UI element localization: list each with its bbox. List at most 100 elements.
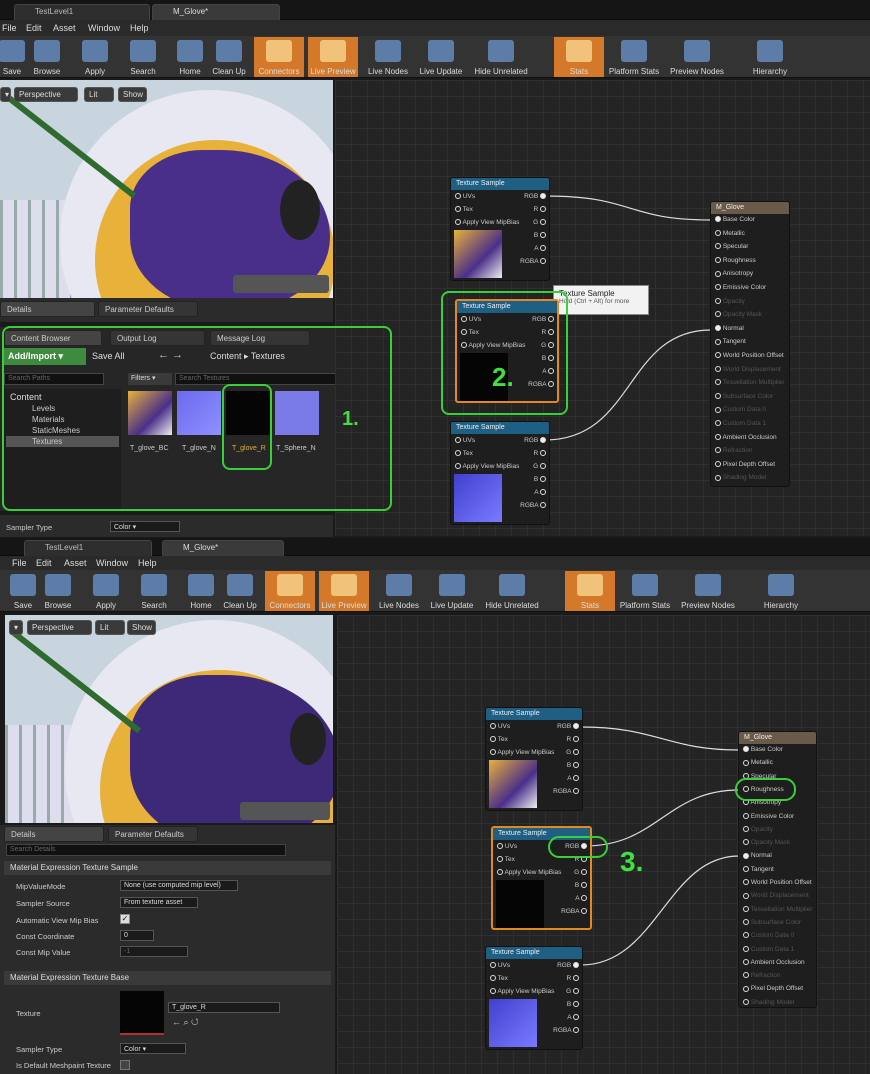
output-pin[interactable]: G [574,869,587,876]
output-pin[interactable]: RGB [557,723,579,730]
output-pin[interactable]: R [566,736,579,743]
input-pin[interactable]: Tex [490,975,508,982]
material-input-pin[interactable]: Shading Model [743,999,794,1006]
viewport-menu-button[interactable]: ▾ [0,87,11,102]
tab-m-glove[interactable]: M_Glove* [152,4,280,20]
sampler-type-dropdown[interactable]: Color ▾ [110,521,180,532]
material-input-pin[interactable]: Metallic [715,230,745,237]
material-input-pin[interactable]: Base Color [715,216,755,223]
texture-sample-node[interactable]: Texture Sample UVs Tex Apply View MipBia… [485,707,583,811]
material-input-pin[interactable]: Shading Model [715,474,766,481]
output-pin[interactable]: RGB [524,437,546,444]
toolbar-hierarchy-button[interactable]: Hierarchy [745,37,795,77]
perspective-button[interactable]: Perspective [27,620,92,635]
output-pin[interactable]: A [567,775,579,782]
material-input-pin[interactable]: World Displacement [715,366,781,373]
const-coordinate-input[interactable]: 0 [120,930,154,941]
material-input-pin[interactable]: Tessellation Multiplier [743,906,812,913]
material-input-pin[interactable]: Specular [715,243,748,250]
material-input-pin[interactable]: Tessellation Multiplier [715,379,784,386]
lit-button[interactable]: Lit [84,87,114,102]
input-pin[interactable]: Tex [490,736,508,743]
input-pin[interactable]: Apply View MipBias [455,463,519,470]
material-input-pin[interactable]: Emissive Color [743,813,794,820]
const-mip-value-input[interactable]: -1 [120,946,188,957]
material-input-pin[interactable]: Anisotropy [715,270,753,277]
material-input-pin[interactable]: World Displacement [743,892,809,899]
sampler-type-dropdown[interactable]: Color ▾ [120,1043,186,1054]
material-input-pin[interactable]: Ambient Occlusion [743,959,805,966]
material-input-pin[interactable]: Custom Data 0 [743,932,794,939]
material-input-pin[interactable]: Subsurface Color [743,919,801,926]
material-input-pin[interactable]: Pixel Depth Offset [715,461,775,468]
output-pin[interactable]: B [534,476,546,483]
toolbar-live-update-button[interactable]: Live Update [427,571,477,611]
details-tab[interactable]: Details [4,826,104,842]
output-pin[interactable]: RGBA [561,908,587,915]
output-pin[interactable]: G [533,463,546,470]
material-input-pin[interactable]: Refraction [715,447,752,454]
output-pin[interactable]: G [566,988,579,995]
tab-testlevel1[interactable]: TestLevel1 [24,540,152,556]
parameter-defaults-tab[interactable]: Parameter Defaults [98,301,198,317]
details-tab[interactable]: Details [0,301,95,317]
menu-help[interactable]: Help [130,23,149,33]
output-pin[interactable]: G [566,749,579,756]
menu-file[interactable]: File [2,23,17,33]
material-input-pin[interactable]: Metallic [743,759,773,766]
material-input-pin[interactable]: Ambient Occlusion [715,434,777,441]
output-pin[interactable]: R [566,975,579,982]
toolbar-hierarchy-button[interactable]: Hierarchy [756,571,806,611]
output-pin[interactable]: A [575,895,587,902]
texture-sample-node[interactable]: Texture Sample UVs Tex Apply View MipBia… [485,946,583,1050]
toolbar-live-update-button[interactable]: Live Update [416,37,466,77]
input-pin[interactable]: Apply View MipBias [490,749,554,756]
toolbar-stats-button[interactable]: Stats [565,571,615,611]
output-pin[interactable]: G [533,219,546,226]
bottom-viewport[interactable]: ▾ Perspective Lit Show [5,615,333,823]
browse-asset-icons[interactable]: ← ⌕ ↺ [172,1017,199,1028]
toolbar-preview-nodes-button[interactable]: Preview Nodes [670,37,724,77]
input-pin[interactable]: UVs [490,962,510,969]
material-input-pin[interactable]: Tangent [715,338,746,345]
menu-window[interactable]: Window [88,23,120,33]
toolbar-platform-stats-button[interactable]: Platform Stats [620,571,670,611]
output-pin[interactable]: B [575,882,587,889]
input-pin[interactable]: Apply View MipBias [497,869,561,876]
material-input-pin[interactable]: Opacity Mask [715,311,762,318]
output-pin[interactable]: RGB [524,193,546,200]
menu-edit[interactable]: Edit [26,23,42,33]
output-pin[interactable]: RGBA [553,788,579,795]
output-pin[interactable]: RGBA [553,1027,579,1034]
input-pin[interactable]: UVs [497,843,517,850]
texture-sample-node[interactable]: Texture Sample UVs Tex Apply View MipBia… [450,421,550,525]
input-pin[interactable]: Tex [497,856,515,863]
material-input-pin[interactable]: Custom Data 1 [743,946,794,953]
input-pin[interactable]: UVs [490,723,510,730]
show-button[interactable]: Show [127,620,156,635]
perspective-button[interactable]: Perspective [14,87,78,102]
toolbar-preview-nodes-button[interactable]: Preview Nodes [681,571,735,611]
material-input-pin[interactable]: Subsurface Color [715,393,773,400]
output-pin[interactable]: A [567,1014,579,1021]
material-input-pin[interactable]: Roughness [715,257,756,264]
toolbar-live-preview-button[interactable]: Live Preview [319,571,369,611]
toolbar-connectors-button[interactable]: Connectors [254,37,304,77]
input-pin[interactable]: Tex [455,450,473,457]
tab-testlevel1[interactable]: TestLevel1 [14,4,150,20]
auto-mip-bias-checkbox[interactable]: ✓ [120,914,130,924]
meshpaint-checkbox[interactable] [120,1060,130,1070]
output-pin[interactable]: RGBA [520,502,546,509]
output-pin[interactable]: R [533,450,546,457]
output-pin[interactable]: B [567,1001,579,1008]
material-input-pin[interactable]: World Position Offset [715,352,784,359]
menu-asset[interactable]: Asset [53,23,76,33]
texture-sample-node[interactable]: Texture Sample UVs Tex Apply View MipBia… [450,177,550,281]
toolbar-hide-unrelated-button[interactable]: Hide Unrelated [485,571,539,611]
menu-window[interactable]: Window [96,558,128,568]
material-input-pin[interactable]: World Position Offset [743,879,812,886]
preview-shapes-bar[interactable] [233,275,329,293]
section-texture-base[interactable]: Material Expression Texture Base [4,971,331,985]
material-input-pin[interactable]: Custom Data 1 [715,420,766,427]
tab-m-glove[interactable]: M_Glove* [162,540,284,556]
